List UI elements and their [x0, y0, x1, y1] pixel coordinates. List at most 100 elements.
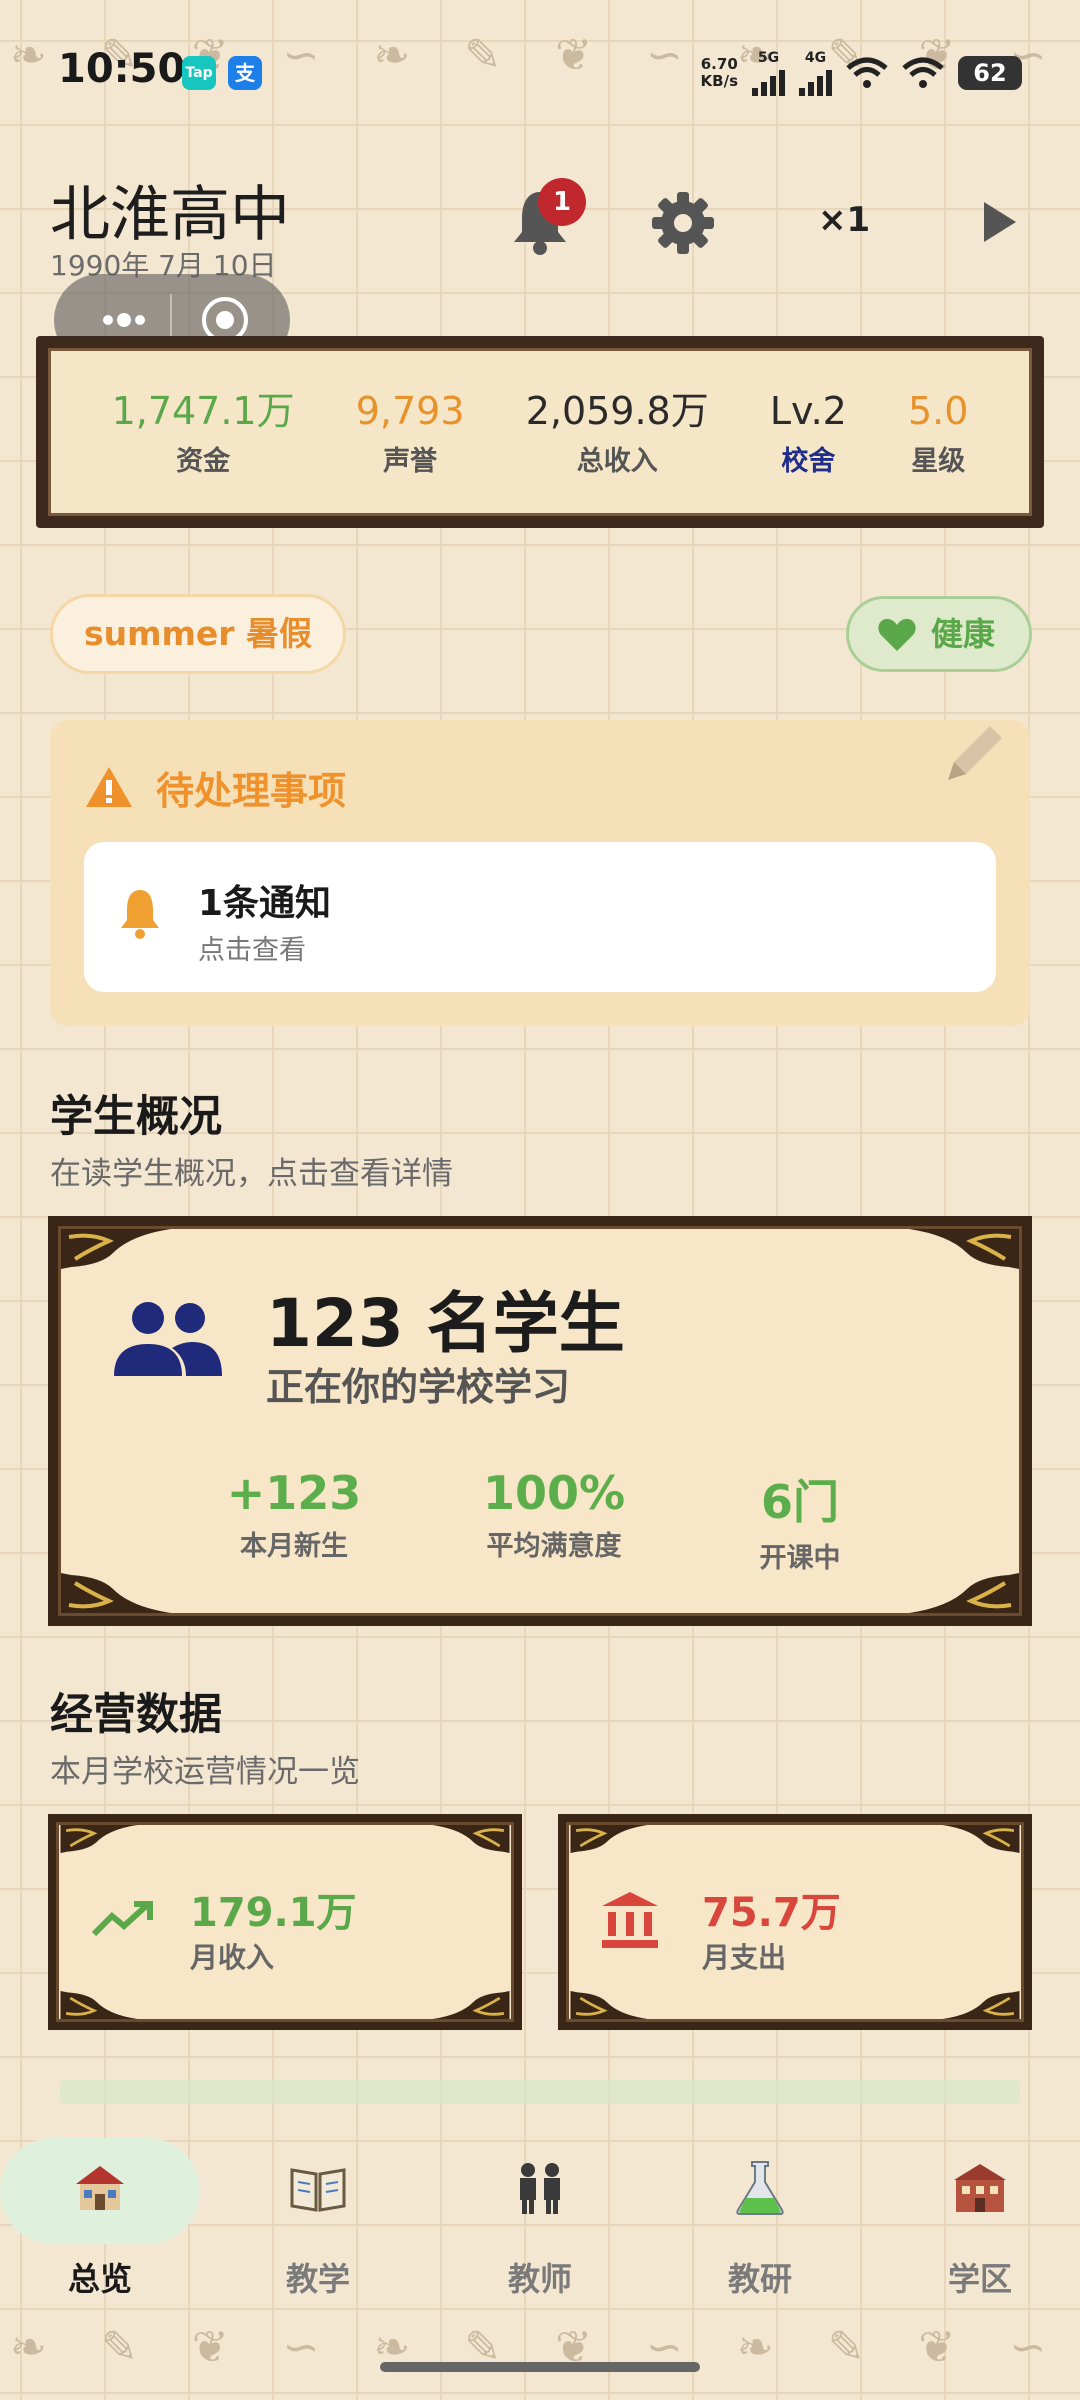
notification-count-badge: 1	[538, 178, 586, 226]
tab-label: 总览	[67, 2260, 132, 2298]
corner-ornament-icon	[570, 1825, 648, 1853]
tab-label: 教学	[285, 2260, 350, 2298]
income-label: 月收入	[190, 1941, 275, 1974]
stat-value: 9,793	[355, 388, 465, 433]
signal-bars-icon	[752, 66, 785, 96]
play-button[interactable]	[980, 198, 1020, 246]
metric-label: 开课中	[759, 1543, 841, 1574]
section-divider	[60, 2080, 1020, 2104]
stat-value: 5.0	[907, 388, 969, 433]
bell-icon	[121, 890, 159, 939]
play-icon	[984, 202, 1016, 242]
expense-value: 75.7万	[702, 1890, 841, 1936]
stat-item: Lv.2 校舍	[770, 387, 847, 478]
tab-overview[interactable]: 总览	[0, 2118, 200, 2318]
stat-label: 资金	[176, 445, 231, 477]
tab-district[interactable]: 学区	[880, 2118, 1080, 2318]
metric-value: +123	[226, 1466, 362, 1520]
corner-ornament-icon	[909, 1573, 1019, 1613]
settings-button[interactable]	[650, 190, 716, 256]
book-icon	[290, 2168, 346, 2212]
income-value: 179.1万	[190, 1890, 357, 1936]
tab-label: 教师	[507, 2260, 572, 2298]
network-speed-value: 6.70	[700, 55, 738, 73]
signal-4g: 4G	[799, 50, 832, 96]
corner-ornament-icon	[432, 1991, 510, 2019]
signal-4g-label: 4G	[804, 50, 827, 66]
home-indicator[interactable]	[380, 2362, 700, 2372]
tab-label: 学区	[947, 2260, 1012, 2298]
corner-ornament-icon	[909, 1229, 1019, 1269]
stat-label: 总收入	[576, 445, 658, 477]
operations-section-subtitle: 本月学校运营情况一览	[50, 1754, 360, 1790]
stats-inner: 1,747.1万资金 9,793 声誉 2,059.8万总收入 Lv.2 校舍 5.0 星级	[48, 348, 1032, 516]
tab-research[interactable]: 教研	[660, 2118, 860, 2318]
stat-value: Lv.2	[769, 388, 847, 433]
flask-icon	[736, 2161, 784, 2215]
health-label: 健康	[931, 615, 996, 653]
alipay-icon: 支	[228, 56, 262, 90]
game-speed-toggle[interactable]: ×1	[818, 200, 870, 240]
teachers-icon	[520, 2163, 560, 2214]
corner-ornament-icon	[942, 1991, 1020, 2019]
metric-value: 6门	[760, 1475, 839, 1529]
tab-label: 教研	[727, 2260, 792, 2298]
corner-ornament-icon	[61, 1573, 171, 1613]
heart-icon	[878, 618, 916, 651]
bottom-decoration: ❧ ✎ ❦ ∽ ❧ ✎ ❦ ∽ ❧ ✎ ❦ ∽ ❧ ✎	[10, 2322, 1080, 2373]
wifi-icon	[846, 57, 888, 88]
operations-section-title: 经营数据	[50, 1690, 222, 1740]
students-section-subtitle: 在读学生概况，点击查看详情	[50, 1156, 453, 1192]
corner-ornament-icon	[60, 1991, 138, 2019]
metric-label: 平均满意度	[486, 1531, 622, 1562]
pencil-icon	[948, 726, 1002, 780]
stat-item: 9,793 声誉	[356, 387, 465, 478]
student-count: 123 名学生	[266, 1285, 625, 1362]
students-section-title: 学生概况	[50, 1092, 222, 1142]
corner-ornament-icon	[432, 1825, 510, 1853]
corner-ornament-icon	[61, 1229, 171, 1269]
health-badge[interactable]: 健康	[846, 596, 1032, 672]
stat-value: 2,059.8万	[525, 388, 709, 433]
warning-icon	[86, 767, 132, 807]
signal-bars-icon	[799, 66, 832, 96]
bottom-nav: 总览 教学 教师 教研 学区	[0, 2118, 1080, 2318]
notification-subtitle: 点击查看	[198, 935, 306, 966]
stat-label: 声誉	[383, 445, 438, 477]
metric-courses: 6门 开课中	[690, 1466, 910, 1575]
status-bar: 10:50 Tap 支 6.70 KB/s 5G 4G 62	[0, 0, 1080, 130]
corner-ornament-icon	[942, 1825, 1020, 1853]
students-group-icon	[114, 1302, 222, 1376]
network-speed: 6.70 KB/s	[701, 56, 738, 90]
metric-label: 本月新生	[240, 1531, 348, 1562]
gear-icon	[652, 192, 714, 254]
pending-title: 待处理事项	[156, 769, 347, 813]
taptap-icon: Tap	[182, 56, 216, 90]
status-right: 6.70 KB/s 5G 4G 62	[701, 50, 1022, 96]
trending-up-icon	[91, 1901, 153, 1937]
battery-indicator: 62	[958, 56, 1022, 90]
metric-value: 100%	[482, 1466, 626, 1520]
stat-item: 5.0 星级	[908, 387, 968, 478]
student-count-subtitle: 正在你的学校学习	[266, 1365, 571, 1409]
bank-icon	[602, 1892, 658, 1948]
corner-ornament-icon	[60, 1825, 138, 1853]
wifi-icon	[902, 57, 944, 88]
school-house-icon	[76, 2166, 124, 2210]
stat-item: 1,747.1万资金	[112, 387, 295, 478]
stats-panel: 1,747.1万资金 9,793 声誉 2,059.8万总收入 Lv.2 校舍 5.0 星级	[36, 336, 1044, 528]
tab-teaching[interactable]: 教学	[218, 2118, 418, 2318]
season-badge[interactable]: summer 暑假	[50, 594, 346, 674]
stat-label: 校舍	[781, 445, 836, 477]
signal-5g: 5G	[752, 50, 785, 96]
metric-satisfaction: 100% 平均满意度	[444, 1466, 664, 1563]
signal-5g-label: 5G	[757, 50, 780, 66]
corner-ornament-icon	[570, 1991, 648, 2019]
campus-building-icon	[954, 2164, 1006, 2212]
metric-new-students: +123 本月新生	[184, 1466, 404, 1563]
stat-item: 2,059.8万总收入	[526, 387, 709, 478]
stat-value: 1,747.1万	[111, 388, 295, 433]
tab-teachers[interactable]: 教师	[440, 2118, 640, 2318]
status-time: 10:50	[58, 46, 186, 92]
network-speed-unit: KB/s	[700, 72, 738, 90]
